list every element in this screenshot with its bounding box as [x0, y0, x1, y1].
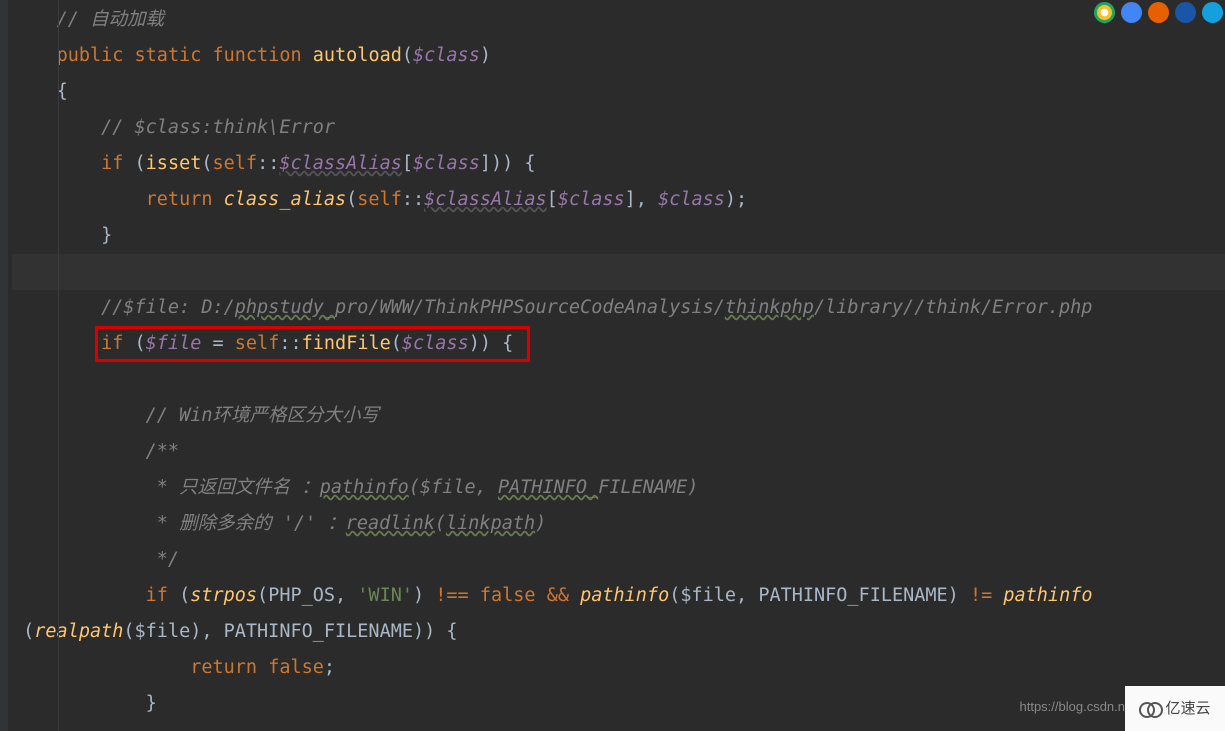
code-editor[interactable]: // 自动加载 public static function autoload(… [0, 0, 1225, 722]
firefox-icon[interactable] [1148, 2, 1169, 23]
isset: isset [146, 153, 202, 174]
comment: // 自动加载 [57, 9, 164, 30]
function-name: autoload [313, 45, 402, 66]
keyword-function: function [213, 45, 302, 66]
indent-guide [58, 0, 59, 731]
keyword-return: return [146, 189, 213, 210]
gutter [0, 0, 8, 731]
docblock: */ [146, 549, 179, 570]
browser-preview-icons [1094, 2, 1223, 23]
class-alias-var: $classAlias [279, 153, 402, 174]
docblock: /** [146, 441, 179, 462]
keyword-static: static [135, 45, 202, 66]
realpath: realpath [34, 621, 123, 642]
self: self [213, 153, 258, 174]
docblock-line: * 只返回文件名 ：pathinfo($file, PATHINFO_FILEN… [146, 477, 699, 498]
comment: // Win环境严格区分大小写 [146, 405, 379, 426]
file-var: $file [146, 333, 202, 354]
comment: // $class:think\Error [101, 117, 335, 138]
cloud-icon [1139, 702, 1161, 716]
keyword-if: if [101, 153, 123, 174]
edge-icon[interactable] [1121, 2, 1142, 23]
parameter: $class [413, 45, 480, 66]
class-alias-call: class_alias [224, 189, 347, 210]
current-line [12, 254, 1225, 290]
find-file-method: findFile [302, 333, 391, 354]
provider-logo: 亿速云 [1125, 686, 1225, 731]
highlighted-code-box: if ($file = self::findFile($class)) { [95, 326, 530, 362]
string-literal: 'WIN' [357, 585, 413, 606]
strpos: strpos [190, 585, 257, 606]
chrome-icon[interactable] [1094, 2, 1115, 23]
keyword-public: public [57, 45, 124, 66]
safari-icon[interactable] [1202, 2, 1223, 23]
docblock-line: * 删除多余的 '/' ：readlink(linkpath) [146, 513, 547, 534]
comment: //$file: D:/phpstudy_pro/WWW/ThinkPHPSou… [101, 297, 1092, 318]
watermark-text: https://blog.csdn.n [1019, 689, 1125, 725]
opera-icon[interactable] [1175, 2, 1196, 23]
logo-text: 亿速云 [1165, 691, 1210, 727]
brace: } [101, 225, 112, 246]
